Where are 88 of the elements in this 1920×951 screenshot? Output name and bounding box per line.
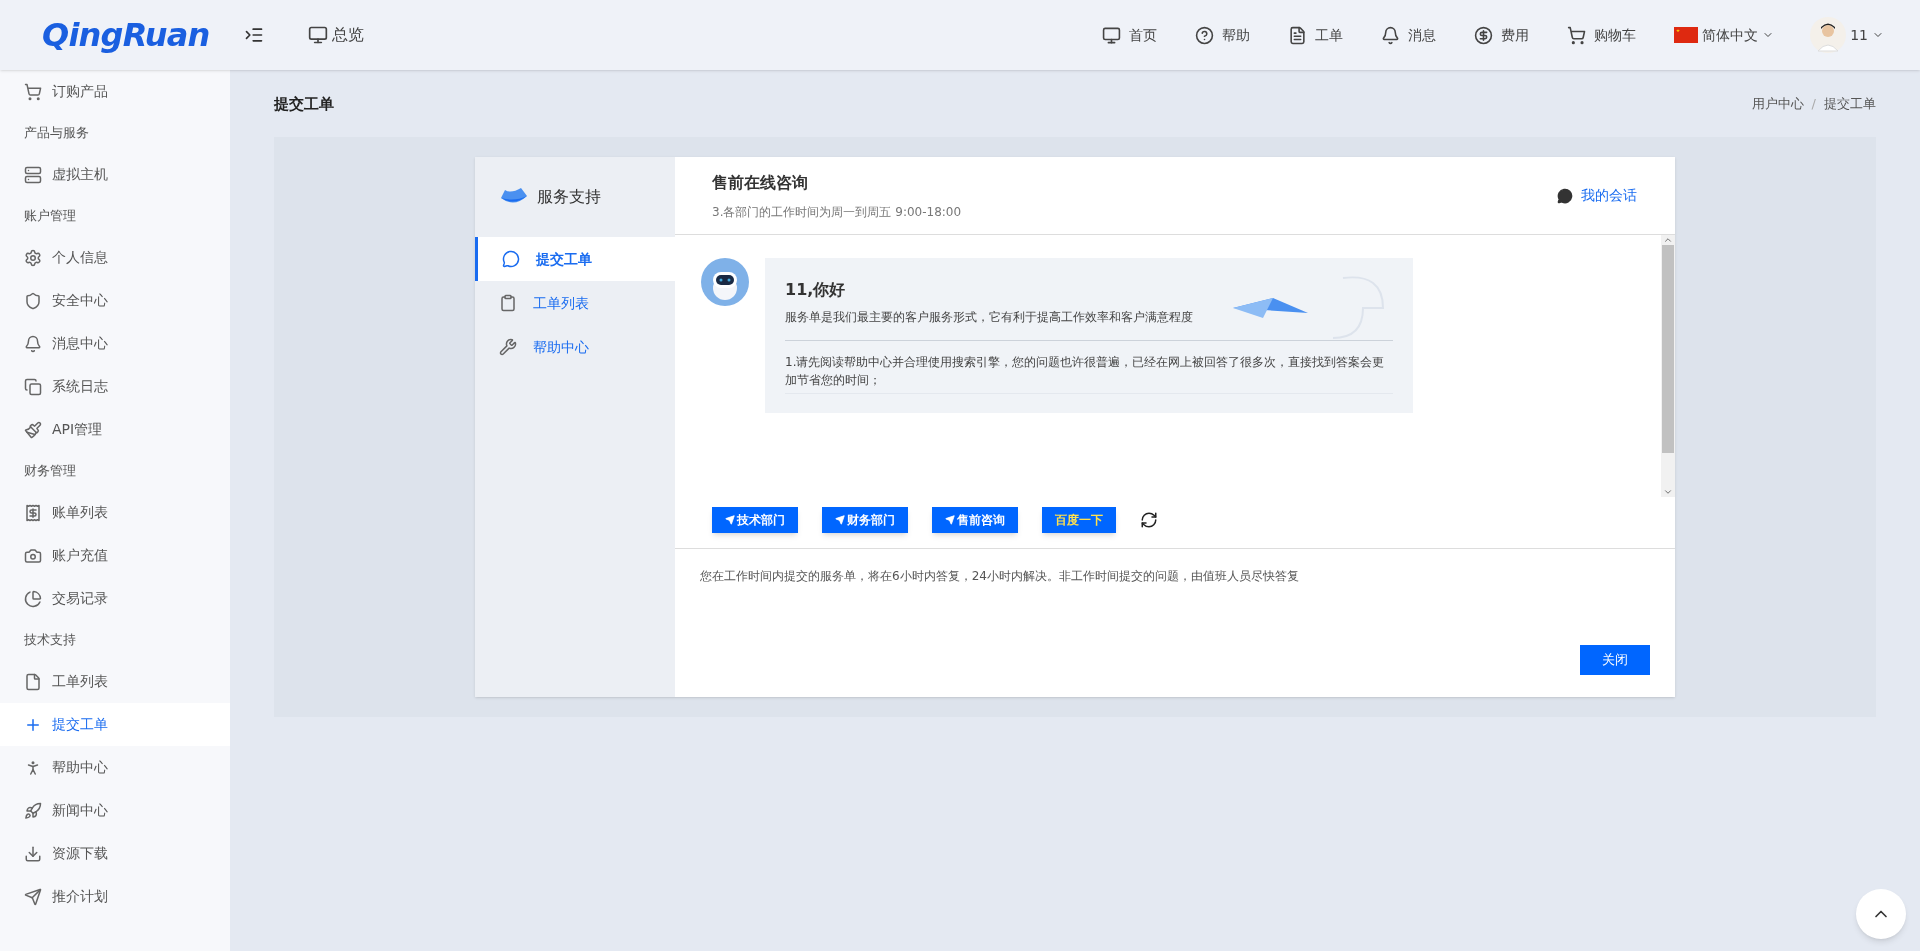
chat-icon <box>502 250 520 268</box>
notice-text: 您在工作时间内提交的服务单，将在6小时内答复，24小时内解决。非工作时间提交的问题，由值班人员尽快答复 <box>700 568 1300 585</box>
header-nav-link[interactable]: 帮助 <box>1195 24 1251 46</box>
sidebar-item[interactable]: 消息中心 <box>0 322 230 365</box>
sidebar-item[interactable]: 推介计划 <box>0 875 230 918</box>
scroll-thumb[interactable] <box>1662 245 1674 453</box>
sidebar-item[interactable]: 资源下载 <box>0 832 230 875</box>
sidebar-item[interactable]: 提交工单 <box>0 703 230 746</box>
scroll-down-icon[interactable] <box>1663 487 1673 497</box>
greeting: 11,你好 <box>785 279 847 301</box>
bell-icon <box>1381 25 1401 45</box>
copy-icon <box>24 377 42 396</box>
page-title: 提交工单 <box>274 93 334 115</box>
language-select[interactable]: 简体中文 <box>1674 24 1775 46</box>
scroll-up-icon[interactable] <box>1663 235 1673 245</box>
chat-subtitle: 3.各部门的工作时间为周一到周五 9:00-18:00 <box>712 203 962 221</box>
sidebar-item[interactable]: 新闻中心 <box>0 789 230 832</box>
header-nav-link[interactable]: 工单 <box>1288 24 1344 46</box>
sidebar-section-title: 财务管理 <box>24 462 76 481</box>
search-button[interactable]: 百度一下 <box>1042 506 1116 533</box>
clipboard-icon <box>499 294 517 312</box>
monitor-icon <box>308 25 328 45</box>
sidebar-item[interactable]: API管理 <box>0 408 230 451</box>
sidebar-item[interactable]: 账单列表 <box>0 491 230 534</box>
send-icon <box>725 514 735 525</box>
header-nav-link[interactable]: 消息 <box>1381 24 1437 46</box>
brush-icon <box>24 420 42 439</box>
intro-text: 服务单是我们最主要的客户服务形式，它有利于提高工作效率和客户满意程度 <box>785 309 1194 326</box>
scrollbar[interactable] <box>1661 235 1675 497</box>
dollar-icon <box>1474 25 1494 45</box>
wrench-icon <box>499 338 517 356</box>
robot-avatar-icon <box>701 258 749 306</box>
send-icon <box>945 514 955 525</box>
card-nav-item[interactable]: 提交工单 <box>475 237 675 281</box>
header-nav-link[interactable]: 费用 <box>1474 24 1530 46</box>
card-nav-item[interactable]: 帮助中心 <box>475 325 675 369</box>
document-icon <box>1288 25 1308 45</box>
rocket-icon <box>24 801 42 820</box>
bell-icon <box>24 334 42 353</box>
send-icon <box>835 514 845 525</box>
overview-link[interactable]: 总览 <box>308 23 364 47</box>
card-nav-item[interactable]: 工单列表 <box>475 281 675 325</box>
department-button[interactable]: 技术部门 <box>712 506 798 533</box>
avatar-icon <box>1810 17 1847 53</box>
pie-chart-icon <box>24 589 42 608</box>
breadcrumb-separator: / <box>1811 95 1816 114</box>
settings-icon <box>24 248 42 267</box>
send-icon <box>24 887 42 906</box>
sidebar-section-title: 技术支持 <box>24 631 76 650</box>
my-sessions-link[interactable]: 我的会话 <box>1557 185 1637 206</box>
note-text: 1.请先阅读帮助中心并合理使用搜索引擎，您的问题也许很普遍，已经在网上被回答了很多次，直接找到答案会更加节省您的时间； <box>785 355 1385 387</box>
sidebar-item[interactable]: 订购产品 <box>0 70 230 113</box>
sidebar-item[interactable]: 虚拟主机 <box>0 153 230 196</box>
receipt-icon <box>24 503 42 522</box>
department-button[interactable]: 财务部门 <box>822 506 908 533</box>
breadcrumb-link[interactable]: 提交工单 <box>1824 94 1876 114</box>
sidebar-item[interactable]: 系统日志 <box>0 365 230 408</box>
cart-icon <box>24 82 42 101</box>
department-button[interactable]: 售前咨询 <box>932 506 1018 533</box>
sidebar-item[interactable]: 交易记录 <box>0 577 230 620</box>
chat-title: 售前在线咨询 <box>712 171 809 194</box>
sidebar-item[interactable]: 工单列表 <box>0 660 230 703</box>
help-icon <box>1195 25 1215 45</box>
back-to-top-button[interactable] <box>1856 889 1906 939</box>
monitor-icon <box>1102 25 1122 45</box>
sidebar-item[interactable]: 安全中心 <box>0 279 230 322</box>
menu-toggle-icon[interactable] <box>244 25 264 45</box>
download-icon <box>24 844 42 863</box>
logo[interactable]: QingRuan <box>0 11 230 59</box>
server-icon <box>24 165 42 184</box>
header-nav-link[interactable]: 购物车 <box>1567 24 1637 46</box>
refresh-icon[interactable] <box>1140 510 1158 529</box>
camera-icon <box>24 546 42 565</box>
cart-icon <box>1567 25 1587 45</box>
flag-icon <box>1674 27 1699 43</box>
sidebar-item[interactable]: 帮助中心 <box>0 746 230 789</box>
header-nav-link[interactable]: 首页 <box>1102 24 1158 46</box>
chat-icon <box>1557 187 1573 204</box>
breadcrumb-link[interactable]: 用户中心 <box>1751 94 1804 114</box>
support-title: 服务支持 <box>537 186 601 208</box>
sidebar-section-title: 账户管理 <box>24 207 76 226</box>
sidebar-item[interactable]: 账户充值 <box>0 534 230 577</box>
file-icon <box>24 672 42 691</box>
close-button[interactable]: 关闭 <box>1580 645 1650 675</box>
sidebar-section-title: 产品与服务 <box>24 124 89 143</box>
shield-icon <box>24 291 42 310</box>
user-menu[interactable]: 11 <box>1810 17 1884 53</box>
sidebar-item[interactable]: 个人信息 <box>0 236 230 279</box>
